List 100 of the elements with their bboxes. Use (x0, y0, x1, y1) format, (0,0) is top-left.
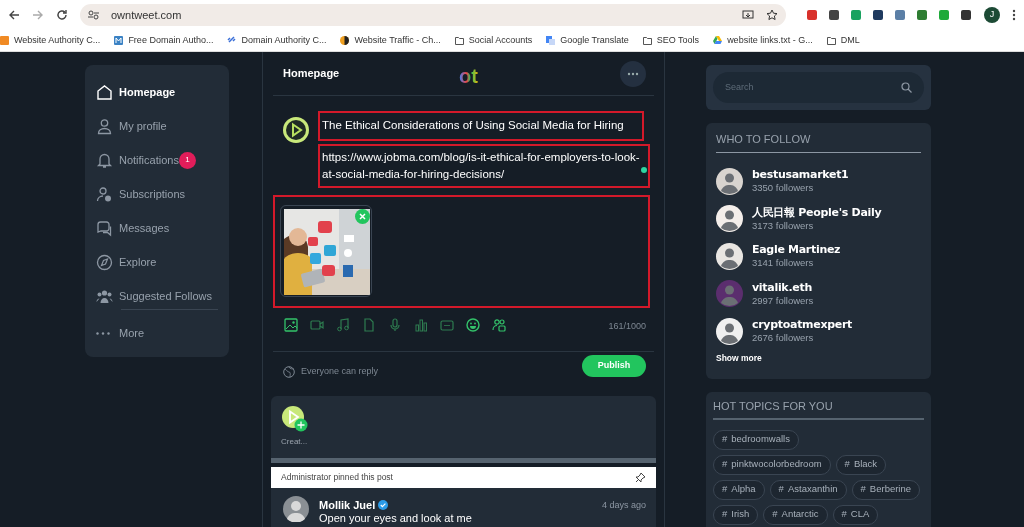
profile-avatar[interactable]: J (984, 7, 1000, 23)
pinned-notice: Administrator pinned this post (281, 471, 393, 484)
bookmark-favicon-icon (114, 35, 124, 46)
topic-tag[interactable]: # CLA (832, 504, 879, 525)
url-text: owntweet.com (111, 7, 183, 23)
bookmark-favicon-icon (546, 35, 556, 46)
home-icon (96, 83, 113, 101)
page-title: Homepage (282, 66, 340, 82)
sidebar-item[interactable]: Messages (119, 219, 170, 237)
avatar-play-icon (282, 116, 310, 144)
notifications-icon (96, 151, 113, 169)
folder-icon (642, 35, 652, 46)
user-badge-icon (96, 185, 113, 203)
people-icon[interactable] (492, 318, 506, 332)
avatar-silhouette-icon (716, 167, 743, 195)
extension-icon[interactable] (828, 9, 840, 21)
search-placeholder: Search (725, 80, 754, 94)
search-icon (901, 82, 912, 93)
extension-icon[interactable] (872, 9, 884, 21)
people-icon (96, 287, 113, 305)
avatar-silhouette-icon (283, 496, 309, 522)
bookmark-favicon-icon (713, 35, 723, 46)
sidebar-item[interactable]: Homepage (119, 83, 176, 101)
avatar-silhouette-icon (716, 205, 743, 233)
file-icon[interactable] (362, 318, 376, 332)
reply-setting[interactable]: Everyone can reply (301, 365, 379, 379)
extension-icon[interactable] (960, 9, 972, 21)
bookmark[interactable]: Social Accounts (454, 33, 533, 48)
site-settings-icon[interactable] (88, 10, 99, 20)
avatar-silhouette-icon (716, 242, 743, 270)
section-title: HOT TOPICS FOR YOU (713, 400, 833, 412)
user-name[interactable]: Eagle Martinez (752, 243, 841, 257)
user-name[interactable]: 人民日報 People's Daily (752, 205, 882, 219)
follower-count: 3350 followers (752, 181, 815, 195)
author-name[interactable]: Mollik Juel (319, 497, 376, 514)
back-icon[interactable] (8, 9, 20, 21)
menu-icon[interactable] (1012, 9, 1016, 21)
star-icon[interactable] (766, 9, 778, 21)
user-name[interactable]: bestusamarket1 (752, 168, 849, 182)
address-bar[interactable]: owntweet.com (80, 4, 786, 26)
follower-count: 2997 followers (752, 293, 814, 307)
sidebar-item[interactable]: My profile (119, 117, 167, 135)
notification-badge: 1 (178, 151, 196, 169)
bookmark[interactable]: DML (826, 33, 860, 48)
chat-bubbles-icon (96, 219, 113, 237)
pin-icon (635, 472, 646, 483)
bar-chart-icon[interactable] (414, 318, 428, 332)
globe-icon (283, 365, 295, 378)
bookmark[interactable]: SEO Tools (642, 33, 700, 48)
music-note-icon[interactable] (336, 318, 350, 332)
folder-icon (454, 35, 464, 46)
story-label: Creat... (281, 436, 308, 448)
show-more-link[interactable]: Show more (716, 352, 921, 365)
install-icon[interactable] (742, 9, 754, 21)
more-icon (96, 331, 110, 335)
create-story-icon[interactable] (281, 405, 308, 432)
topic-tag[interactable]: # Antarctic (763, 504, 828, 525)
sidebar-item[interactable]: Subscriptions (119, 185, 186, 203)
bookmark[interactable]: website links.txt - G... (713, 33, 813, 48)
folder-icon (826, 35, 836, 46)
sidebar-item[interactable]: Explore (119, 253, 157, 271)
bookmark-favicon-icon (340, 35, 350, 46)
bookmark[interactable]: Free Domain Autho... (114, 33, 214, 48)
smiley-icon[interactable] (466, 318, 480, 332)
topic-tag[interactable]: # Black (835, 454, 887, 475)
bookmark[interactable]: Website Authority C... (0, 33, 101, 48)
image-icon[interactable] (284, 318, 298, 332)
bookmark-favicon-icon (0, 35, 9, 46)
topic-tag[interactable]: # Astaxanthin (769, 479, 847, 500)
video-icon[interactable] (310, 318, 324, 332)
follower-count: 3173 followers (752, 218, 815, 232)
post-text: Open your eyes and look at me (319, 511, 472, 526)
topic-tag[interactable]: # Berberine (851, 479, 921, 500)
user-name[interactable]: vitalik.eth (752, 280, 814, 294)
sidebar-item[interactable]: Suggested Follows (119, 287, 212, 305)
character-counter: 161/1000 (608, 320, 646, 333)
topic-tag[interactable]: # pinktwocolorbedroom (713, 454, 831, 475)
bookmark[interactable]: Google Translate (546, 33, 629, 48)
user-name[interactable]: cryptoatmexpert (752, 318, 853, 332)
title-field[interactable]: The Ethical Considerations of Using Social Media for Hiring (318, 111, 644, 141)
follower-count: 2676 followers (752, 331, 815, 345)
bookmark[interactable]: Website Traffic - Ch... (340, 33, 441, 48)
sidebar-item[interactable]: Notifications (119, 151, 179, 169)
topic-tag[interactable]: # Irish (713, 504, 759, 525)
post-time: 4 days ago (601, 499, 646, 512)
compass-icon (96, 253, 113, 271)
bookmark[interactable]: Domain Authority C... (227, 33, 327, 48)
avatar-silhouette-icon (716, 317, 743, 345)
sidebar-item[interactable]: More (119, 324, 145, 342)
user-icon (96, 117, 113, 135)
reload-icon[interactable] (56, 9, 68, 21)
avatar-silhouette-icon (716, 280, 743, 308)
more-icon (627, 72, 639, 76)
close-icon (359, 213, 366, 220)
topic-tag[interactable]: # bedroomwalls (713, 429, 799, 450)
url-field[interactable]: https://www.jobma.com/blog/is-it-ethical-for-employers-to-look-at-social-media-for-hiring-decisions/ (318, 144, 650, 188)
follower-count: 3141 followers (752, 256, 815, 270)
section-title: WHO TO FOLLOW (716, 133, 811, 145)
microphone-icon[interactable] (388, 318, 402, 332)
topic-tag[interactable]: # Alpha (713, 479, 765, 500)
